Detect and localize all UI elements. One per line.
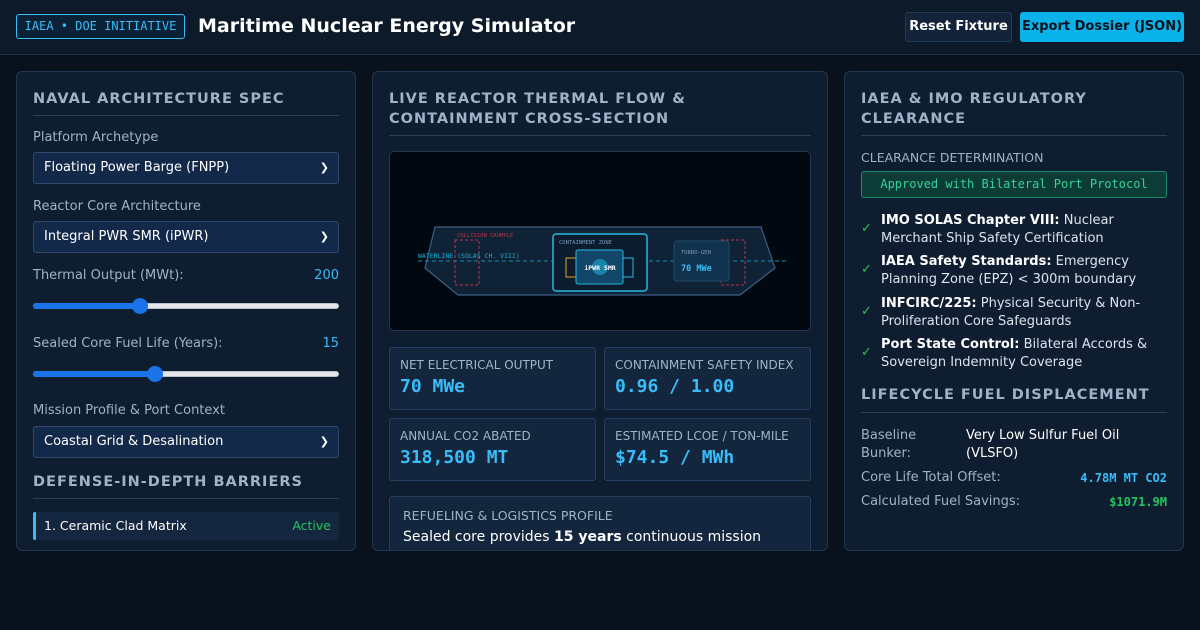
thermal-label: Thermal Output (MWt):	[33, 268, 184, 283]
barrier-label: 1. Ceramic Clad Matrix	[44, 518, 187, 533]
compliance-text: IMO SOLAS Chapter VIII: Nuclear Merchant…	[881, 212, 1171, 248]
mission-label: Mission Profile & Port Context	[33, 403, 225, 418]
turbo-gen-block	[673, 240, 730, 282]
metric-value: 0.96 / 1.00	[615, 376, 735, 397]
mission-select-value: Coastal Grid & Desalination	[44, 434, 224, 449]
initiative-badge: IAEA • DOE INITIATIVE	[16, 14, 185, 39]
slider-fill	[33, 371, 156, 377]
metric-label: CONTAINMENT SAFETY INDEX	[615, 358, 794, 372]
clearance-label: CLEARANCE DETERMINATION	[861, 150, 1044, 165]
divider	[389, 135, 811, 136]
savings-label: Calculated Fuel Savings:	[861, 494, 1021, 509]
fuel-life-value: 15	[322, 336, 339, 351]
baseline-label: Baseline Bunker:	[861, 428, 917, 461]
regulatory-clearance-panel: IAEA & IMO REGULATORY CLEARANCE CLEARANC…	[844, 71, 1184, 551]
fuel-life-slider[interactable]	[33, 366, 339, 382]
metric-value: $74.5 / MWh	[615, 447, 735, 468]
offset-value: 4.78M MT CO2	[1080, 471, 1167, 485]
refueling-profile: REFUELING & LOGISTICS PROFILE Sealed cor…	[389, 496, 811, 550]
chevron-down-icon: ❯	[319, 435, 329, 448]
refuel-text-pre: Sealed core provides	[403, 529, 555, 545]
compliance-text: IAEA Safety Standards: Emergency Plannin…	[881, 253, 1171, 289]
check-icon: ✓	[861, 221, 872, 236]
compliance-title: Port State Control:	[881, 337, 1020, 352]
savings-row: Calculated Fuel Savings: $1071.9M	[861, 493, 1167, 511]
metric-card: CONTAINMENT SAFETY INDEX 0.96 / 1.00	[604, 347, 811, 410]
core-select-value: Integral PWR SMR (iPWR)	[44, 229, 209, 244]
metric-card: NET ELECTRICAL OUTPUT 70 MWe	[389, 347, 596, 410]
check-icon: ✓	[861, 345, 872, 360]
reset-fixture-button[interactable]: Reset Fixture	[905, 12, 1012, 42]
section-title: LIVE REACTOR THERMAL FLOW & CONTAINMENT …	[389, 91, 686, 127]
collision-label: COLLISION CRUMPLE	[457, 233, 513, 239]
platform-select-value: Floating Power Barge (FNPP)	[44, 160, 230, 175]
core-select[interactable]: Integral PWR SMR (iPWR) ❯	[33, 221, 339, 253]
hull-diagram: COLLISION CRUMPLE WATERLINE (SOLAS CH. V…	[418, 226, 786, 296]
platform-label: Platform Archetype	[33, 130, 159, 145]
metric-label: ANNUAL CO2 ABATED	[400, 429, 531, 443]
compliance-text: Port State Control: Bilateral Accords & …	[881, 336, 1171, 372]
offset-label: Core Life Total Offset:	[861, 470, 1001, 485]
chevron-down-icon: ❯	[319, 161, 329, 174]
metric-label: ESTIMATED LCOE / TON-MILE	[615, 429, 789, 443]
metric-value: 70 MWe	[400, 376, 466, 397]
app-header: IAEA • DOE INITIATIVE Maritime Nuclear E…	[0, 0, 1200, 55]
offset-row: Core Life Total Offset: 4.78M MT CO2	[861, 469, 1167, 487]
divider	[861, 135, 1167, 136]
mission-select[interactable]: Coastal Grid & Desalination ❯	[33, 426, 339, 458]
check-icon: ✓	[861, 262, 872, 277]
metric-value: 318,500 MT	[400, 447, 509, 468]
naval-architecture-panel: NAVAL ARCHITECTURE SPEC Platform Archety…	[16, 71, 356, 551]
section-title: IAEA & IMO REGULATORY CLEARANCE	[861, 91, 1087, 127]
divider	[33, 115, 339, 116]
section-title: NAVAL ARCHITECTURE SPEC	[33, 91, 285, 107]
app-title: Maritime Nuclear Energy Simulator	[198, 15, 576, 37]
refuel-text: Sealed core provides 15 years continuous…	[403, 529, 761, 545]
baseline-row: Baseline Bunker: Very Low Sulfur Fuel Oi…	[861, 427, 1167, 463]
metric-label: NET ELECTRICAL OUTPUT	[400, 358, 554, 372]
savings-value: $1071.9M	[1109, 495, 1167, 509]
chevron-down-icon: ❯	[319, 230, 329, 243]
thermal-slider[interactable]	[33, 298, 339, 314]
compliance-title: IMO SOLAS Chapter VIII:	[881, 213, 1060, 228]
slider-thumb[interactable]	[132, 298, 149, 314]
slider-thumb[interactable]	[147, 366, 164, 382]
metric-card: ESTIMATED LCOE / TON-MILE $74.5 / MWh	[604, 418, 811, 481]
export-dossier-button[interactable]: Export Dossier (JSON)	[1020, 12, 1184, 42]
slider-fill	[33, 303, 141, 309]
barrier-item[interactable]: 1. Ceramic Clad Matrix Active	[33, 512, 339, 540]
refuel-label: REFUELING & LOGISTICS PROFILE	[403, 508, 613, 523]
compliance-text: INFCIRC/225: Physical Security & Non-Pro…	[881, 295, 1171, 331]
barrier-status: Active	[292, 518, 331, 533]
thermal-value: 200	[314, 268, 339, 283]
compliance-title: IAEA Safety Standards:	[881, 254, 1052, 269]
reactor-label: iPWR SMR	[584, 264, 615, 272]
reactor-thermal-panel: LIVE REACTOR THERMAL FLOW & CONTAINMENT …	[372, 71, 828, 551]
metric-card: ANNUAL CO2 ABATED 318,500 MT	[389, 418, 596, 481]
refuel-years: 15 years	[554, 529, 622, 545]
fuel-life-label: Sealed Core Fuel Life (Years):	[33, 336, 223, 351]
refuel-text-post: continuous mission	[621, 529, 762, 545]
fuel-displacement-title: LIFECYCLE FUEL DISPLACEMENT	[861, 387, 1150, 403]
turbo-value: 70 MWe	[681, 264, 712, 274]
baseline-value: Very Low Sulfur Fuel Oil (VLSFO)	[966, 428, 1120, 461]
clearance-status-badge: Approved with Bilateral Port Protocol	[861, 171, 1167, 198]
barriers-title: DEFENSE-IN-DEPTH BARRIERS	[33, 474, 303, 490]
waterline-label: WATERLINE (SOLAS CH. VIII)	[418, 252, 520, 260]
check-icon: ✓	[861, 304, 872, 319]
containment-cross-section: COLLISION CRUMPLE WATERLINE (SOLAS CH. V…	[389, 151, 811, 331]
platform-select[interactable]: Floating Power Barge (FNPP) ❯	[33, 152, 339, 184]
compliance-title: INFCIRC/225:	[881, 296, 977, 311]
divider	[861, 412, 1167, 413]
turbo-label: TURBO-GEN	[681, 250, 711, 256]
divider	[33, 498, 339, 499]
containment-label: CONTAINMENT ZONE	[559, 240, 612, 246]
core-label: Reactor Core Architecture	[33, 199, 201, 214]
